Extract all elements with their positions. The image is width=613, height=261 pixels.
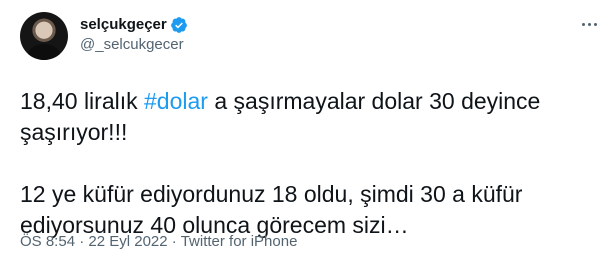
tweet-date[interactable]: 22 Eyl 2022 bbox=[88, 233, 167, 250]
tweet-header: selçukgeçer @_selcukgecer bbox=[20, 12, 597, 68]
meta-separator: · bbox=[75, 233, 89, 250]
hashtag-link[interactable]: #dolar bbox=[144, 88, 208, 114]
more-options-icon[interactable] bbox=[579, 14, 599, 34]
tweet-source[interactable]: Twitter for iPhone bbox=[181, 233, 298, 250]
tweet-paragraph-1: 18,40 liralık #dolar a şaşırmayalar dola… bbox=[20, 86, 600, 148]
meta-separator: · bbox=[167, 233, 181, 250]
verified-badge-icon bbox=[170, 17, 187, 33]
tweet-time[interactable]: ÖS 8:54 bbox=[20, 233, 75, 250]
tweet-meta: ÖS 8:54 · 22 Eyl 2022 · Twitter for iPho… bbox=[20, 232, 297, 252]
handle[interactable]: @_selcukgecer bbox=[80, 35, 188, 55]
tweet-card: selçukgeçer @_selcukgecer 18,40 liralık … bbox=[0, 0, 613, 261]
avatar[interactable] bbox=[20, 12, 68, 60]
text-segment: 18,40 liralık bbox=[20, 88, 145, 114]
display-name[interactable]: selçukgeçer bbox=[80, 15, 167, 35]
name-row: selçukgeçer bbox=[80, 15, 188, 35]
tweet-text: 18,40 liralık #dolar a şaşırmayalar dola… bbox=[20, 86, 600, 241]
author-names: selçukgeçer @_selcukgecer bbox=[80, 12, 188, 55]
